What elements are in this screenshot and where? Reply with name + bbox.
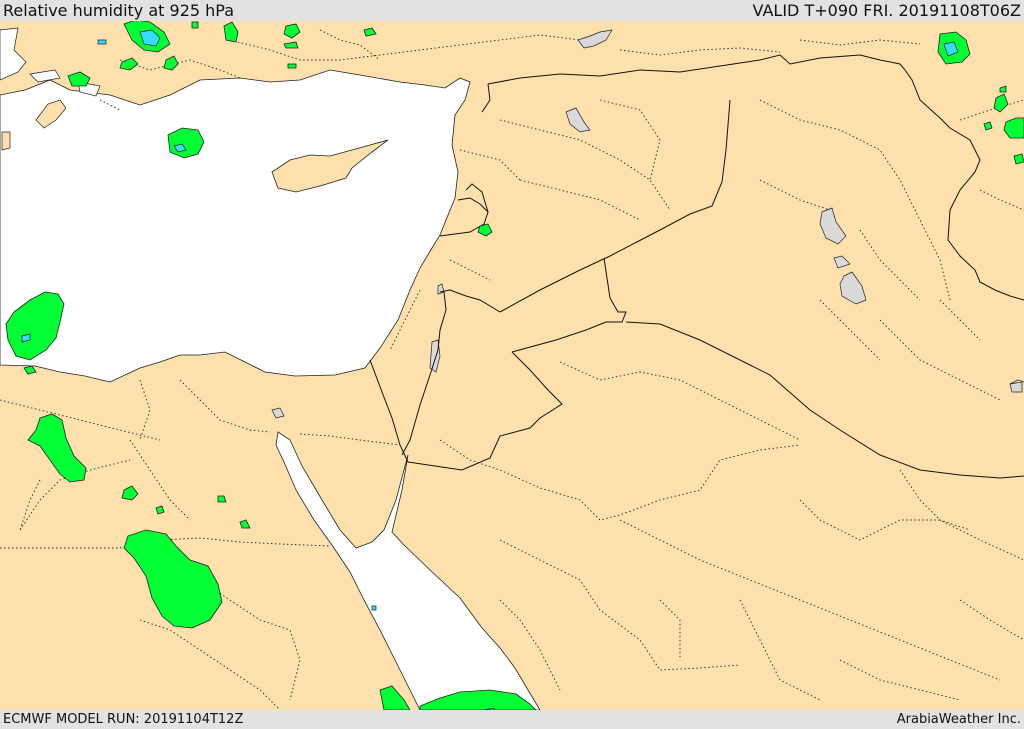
weather-map	[0, 21, 1024, 710]
header-bar: Relative humidity at 925 hPa VALID T+090…	[0, 0, 1024, 21]
humidity-patch	[983, 121, 993, 131]
humidity-patch	[1013, 153, 1024, 165]
valid-time: VALID T+090 FRI. 20191108T06Z	[752, 1, 1021, 20]
humidity-core	[371, 605, 377, 611]
footer-bar: ECMWF MODEL RUN: 20191104T12Z ArabiaWeat…	[0, 710, 1024, 729]
map-title: Relative humidity at 925 hPa	[3, 1, 235, 20]
humidity-patch	[191, 21, 199, 29]
credit-label: ArabiaWeather Inc.	[896, 712, 1021, 727]
humidity-core	[97, 39, 107, 45]
model-run: ECMWF MODEL RUN: 20191104T12Z	[3, 712, 244, 727]
humidity-patch	[155, 505, 165, 515]
humidity-patch	[167, 127, 205, 159]
humidity-patch	[287, 63, 297, 69]
